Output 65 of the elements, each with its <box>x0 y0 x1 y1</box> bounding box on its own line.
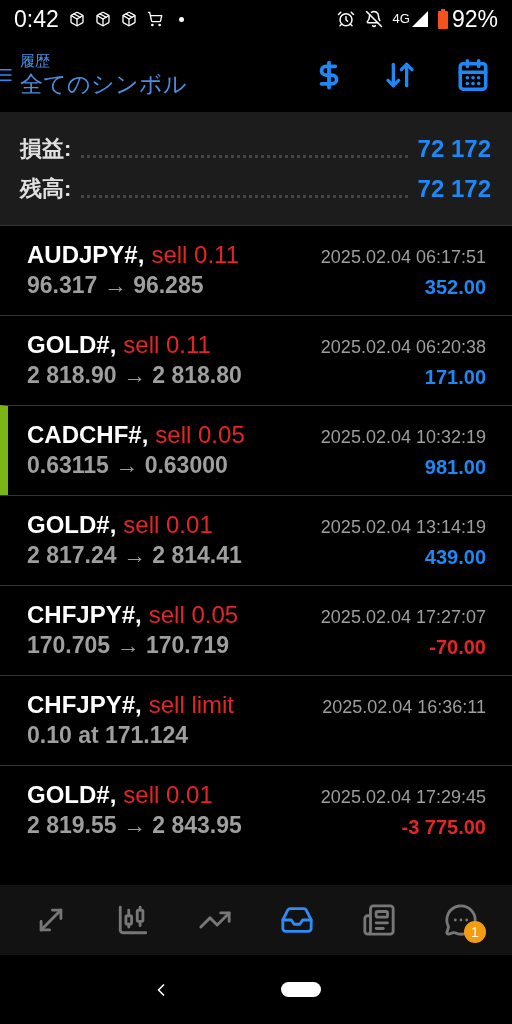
deal-time: 2025.02.04 16:36:11 <box>322 696 486 719</box>
deal-symbol: GOLD#, <box>27 510 117 540</box>
package-icon <box>68 11 85 27</box>
clock-time: 0:42 <box>14 4 59 34</box>
deal-prices: 2 818.90 → 2 818.80 <box>27 361 243 390</box>
cart-icon <box>146 11 163 27</box>
deal-symbol: CHFJPY#, <box>27 600 142 630</box>
deal-profit: 439.00 <box>424 545 486 570</box>
deal-row[interactable]: GOLD#, sell 0.01 2 817.24 → 2 814.41 2025.02.04 13:14:19 439.00 <box>0 495 512 585</box>
deal-prices: 2 819.55 → 2 843.95 <box>27 811 243 840</box>
deal-time: 2025.02.04 17:29:45 <box>320 786 486 809</box>
deal-profit: -70.00 <box>429 635 486 660</box>
summary-value: 72 172 <box>417 135 491 162</box>
network-type: 4G <box>392 10 410 29</box>
battery-icon <box>437 9 448 29</box>
bell-off-icon <box>364 10 383 28</box>
deal-symbol: GOLD#, <box>27 780 117 810</box>
candlestick-icon[interactable] <box>116 903 150 937</box>
deal-side: sell 0.05 <box>148 600 239 630</box>
deal-prices: 0.10 at 171.124 <box>27 721 190 750</box>
chat-bubble-icon[interactable] <box>444 903 478 937</box>
signal-icon <box>411 11 428 27</box>
screen-subtitle: 履歴 <box>20 52 51 70</box>
deal-profit: 981.00 <box>424 455 486 480</box>
deal-time: 2025.02.04 17:27:07 <box>320 606 486 629</box>
package-icon <box>94 11 111 27</box>
deal-row[interactable]: CADCHF#, sell 0.05 0.63115 → 0.63000 2025.02.04 10:32:19 981.00 <box>0 405 512 495</box>
deal-time: 2025.02.04 13:14:19 <box>320 516 486 539</box>
deal-time: 2025.02.04 06:17:51 <box>320 246 486 269</box>
summary-value: 72 172 <box>417 175 491 202</box>
deal-prices: 170.705 → 170.719 <box>27 631 231 660</box>
package-icon <box>120 11 137 27</box>
deal-prices: 2 817.24 → 2 814.41 <box>27 541 243 570</box>
deal-side: sell 0.01 <box>123 780 213 810</box>
deal-symbol: AUDJPY#, <box>27 240 145 270</box>
newspaper-icon[interactable] <box>362 903 396 937</box>
deal-time: 2025.02.04 06:20:38 <box>320 336 486 359</box>
deal-time: 2025.02.04 10:32:19 <box>320 426 486 449</box>
home-pill[interactable] <box>281 982 321 997</box>
deal-side: sell limit <box>148 690 235 720</box>
deal-symbol: GOLD#, <box>27 330 117 360</box>
menu-icon[interactable] <box>0 66 14 84</box>
summary-label: 損益: <box>20 135 72 162</box>
deal-row[interactable]: GOLD#, sell 0.01 2 819.55 → 2 843.95 2025.02.04 17:29:45 -3 775.00 <box>0 765 512 855</box>
deal-row[interactable]: CHFJPY#, sell limit 0.10 at 171.124 2025.02.04 16:36:11 <box>0 675 512 765</box>
deal-profit: -3 775.00 <box>401 815 486 840</box>
screen-title[interactable]: 全てのシンボル <box>20 70 314 98</box>
deal-side: sell 0.05 <box>155 420 245 450</box>
deal-symbol: CHFJPY#, <box>27 690 142 720</box>
alarm-icon <box>336 10 355 28</box>
deal-prices: 96.317 → 96.285 <box>27 271 205 300</box>
deal-side: sell 0.11 <box>151 240 239 270</box>
notification-badge: 1 <box>464 921 486 943</box>
deal-profit: 352.00 <box>424 275 486 300</box>
deal-row[interactable]: CHFJPY#, sell 0.05 170.705 → 170.719 2025.02.04 17:27:07 -70.00 <box>0 585 512 675</box>
calendar-icon[interactable] <box>456 58 490 92</box>
deal-row[interactable]: GOLD#, sell 0.11 2 818.90 → 2 818.80 2025.02.04 06:20:38 171.00 <box>0 315 512 405</box>
battery-percent: 92% <box>451 4 498 34</box>
deal-row[interactable]: AUDJPY#, sell 0.11 96.317 → 96.285 2025.02.04 06:17:51 352.00 <box>0 225 512 315</box>
deal-symbol: CADCHF#, <box>27 420 149 450</box>
deal-side: sell 0.01 <box>123 510 213 540</box>
deal-profit: 171.00 <box>424 365 486 390</box>
deal-prices: 0.63115 → 0.63000 <box>27 451 229 480</box>
deal-side: sell 0.11 <box>123 330 211 360</box>
summary-label: 残高: <box>20 175 72 202</box>
